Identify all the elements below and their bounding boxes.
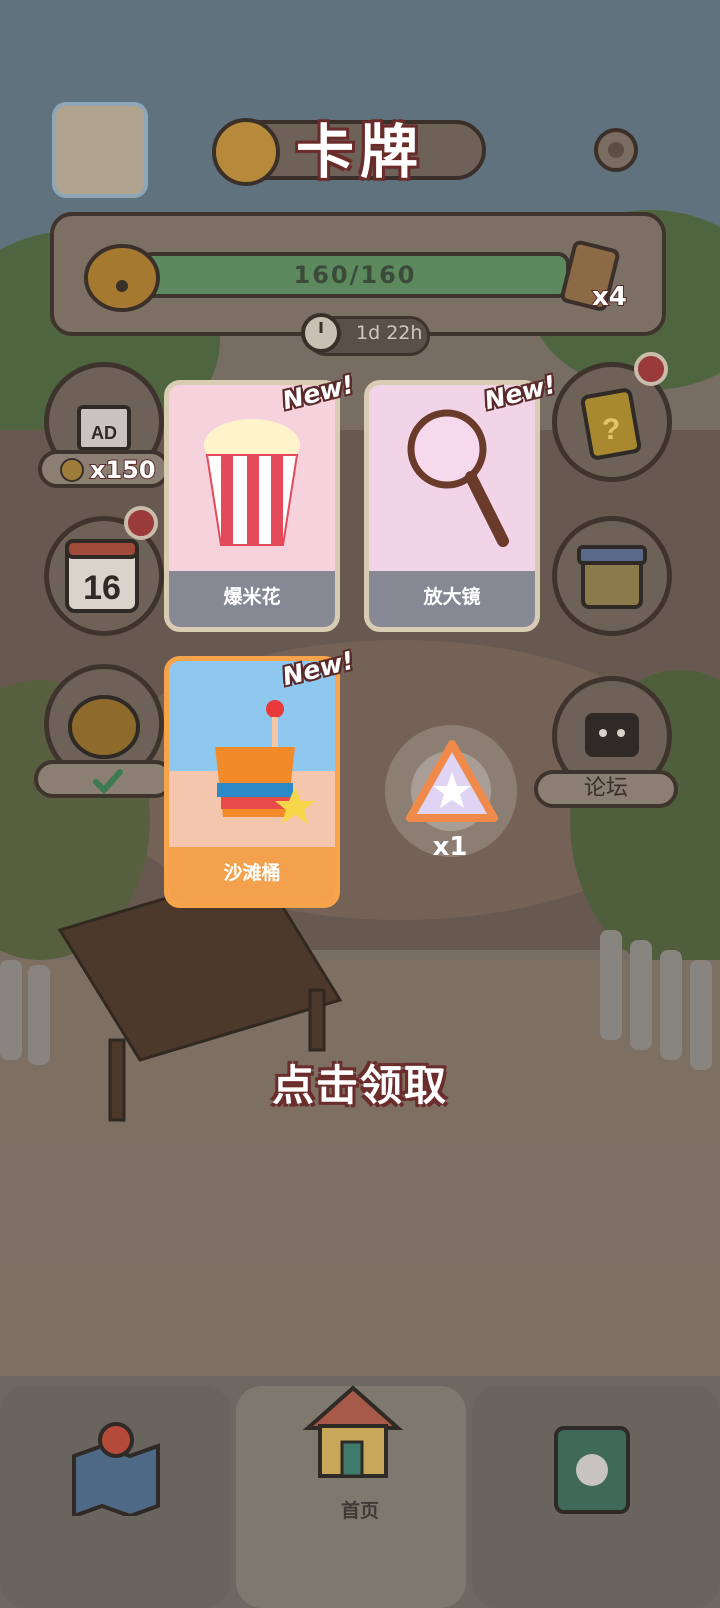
card-label: 沙滩桶 bbox=[169, 847, 335, 903]
card-label: 放大镜 bbox=[369, 571, 535, 627]
beach-bucket-icon bbox=[215, 700, 315, 824]
nav-home-label: 首页 bbox=[340, 1500, 379, 1522]
pack-count: x4 bbox=[591, 281, 628, 313]
bell-icon bbox=[84, 244, 160, 312]
claimed-pill bbox=[34, 760, 174, 798]
progress-bar: 160/160 bbox=[140, 252, 570, 298]
card-beach-bucket[interactable]: 沙滩桶 bbox=[164, 656, 340, 908]
svg-text:?: ? bbox=[602, 413, 620, 446]
ad-reward-pill: x150 bbox=[38, 450, 170, 488]
notification-dot bbox=[634, 352, 668, 386]
page-title: 卡牌 bbox=[295, 118, 424, 186]
map-icon bbox=[72, 1422, 160, 1516]
avatar[interactable] bbox=[52, 102, 148, 198]
svg-text:16: 16 bbox=[83, 569, 121, 607]
nav-tab-map[interactable] bbox=[0, 1386, 230, 1608]
ad-reward-count: x150 bbox=[89, 455, 157, 485]
notification-dot bbox=[124, 506, 158, 540]
progress-text: 160/160 bbox=[293, 261, 417, 289]
gear-icon[interactable] bbox=[590, 124, 642, 176]
gift-box-icon bbox=[577, 545, 647, 609]
timer-text: 1d 22h bbox=[356, 322, 423, 344]
card-magnifier[interactable]: 放大镜 bbox=[364, 380, 540, 632]
forum-pill[interactable]: 论坛 bbox=[534, 770, 678, 808]
magnifier-icon bbox=[407, 409, 509, 547]
forum-label: 论坛 bbox=[583, 776, 628, 801]
nav-tab-album[interactable] bbox=[472, 1386, 720, 1608]
tap-to-claim-prompt[interactable]: 点击领取 bbox=[0, 1052, 720, 1113]
star-shard-icon[interactable] bbox=[404, 736, 500, 832]
stopwatch-icon bbox=[301, 313, 341, 353]
card-popcorn[interactable]: 爆米花 bbox=[164, 380, 340, 632]
svg-text:AD: AD bbox=[91, 423, 117, 443]
coin-icon bbox=[60, 458, 84, 482]
popcorn-icon bbox=[204, 419, 300, 546]
reward-count: x1 bbox=[432, 832, 468, 862]
album-book-icon bbox=[554, 1426, 630, 1514]
gift-button[interactable] bbox=[552, 516, 672, 636]
checkmark-icon bbox=[93, 769, 123, 795]
house-icon bbox=[302, 1385, 404, 1478]
card-label: 爆米花 bbox=[169, 571, 335, 627]
